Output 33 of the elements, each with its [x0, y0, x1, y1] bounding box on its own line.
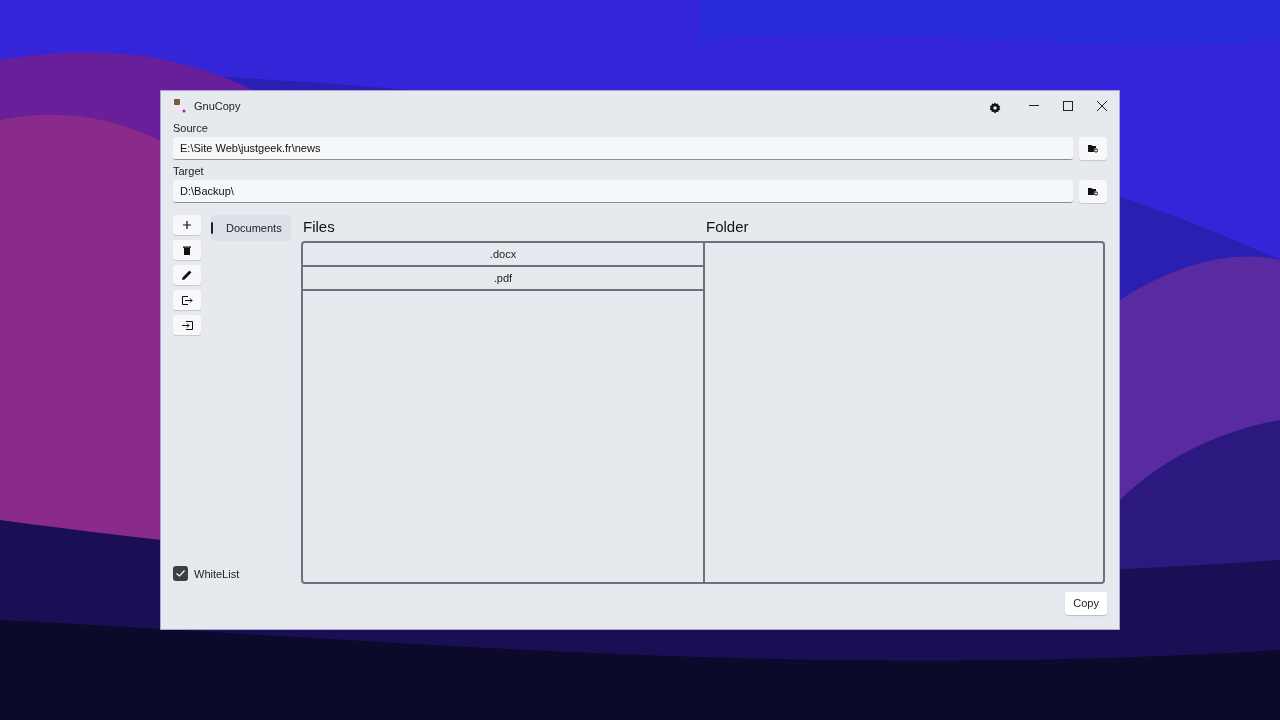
path-field[interactable]: D:\Backup\ — [173, 180, 1073, 203]
import-button[interactable] — [173, 315, 201, 335]
close-icon — [1097, 101, 1107, 111]
folder-icon — [1088, 144, 1098, 153]
pencil-icon — [182, 270, 192, 280]
settings-icon[interactable] — [989, 101, 1001, 114]
check-icon — [176, 570, 185, 578]
whitelist-checkbox[interactable] — [173, 566, 188, 582]
browse-button[interactable] — [1079, 137, 1107, 160]
checkbox-label: WhiteList — [194, 566, 240, 582]
trash-icon — [183, 245, 191, 255]
plus-icon — [183, 221, 191, 229]
minimize-icon — [1029, 105, 1039, 107]
profile-item[interactable]: Documents — [211, 215, 291, 241]
export-button[interactable] — [173, 290, 201, 310]
app-icon — [172, 98, 188, 114]
maximize-icon — [1063, 101, 1073, 111]
path-field[interactable]: E:\Site Web\justgeek.fr\news — [173, 137, 1073, 160]
folder-icon — [1088, 187, 1098, 196]
field-label: Source — [173, 122, 209, 135]
window-title: GnuCopy — [194, 98, 241, 114]
edit-button[interactable] — [173, 265, 201, 285]
copy-button[interactable]: Copy — [1065, 592, 1107, 615]
delete-button[interactable] — [173, 240, 201, 260]
add-button[interactable] — [173, 215, 201, 235]
browse-button[interactable] — [1079, 180, 1107, 203]
export-icon — [181, 295, 193, 305]
file-type-row[interactable]: .pdf — [303, 267, 703, 291]
file-type-row[interactable]: .docx — [303, 243, 703, 267]
import-icon — [181, 320, 193, 330]
field-label: Target — [173, 165, 205, 178]
column-title: Files — [303, 218, 335, 235]
column-title: Folder — [706, 218, 749, 235]
